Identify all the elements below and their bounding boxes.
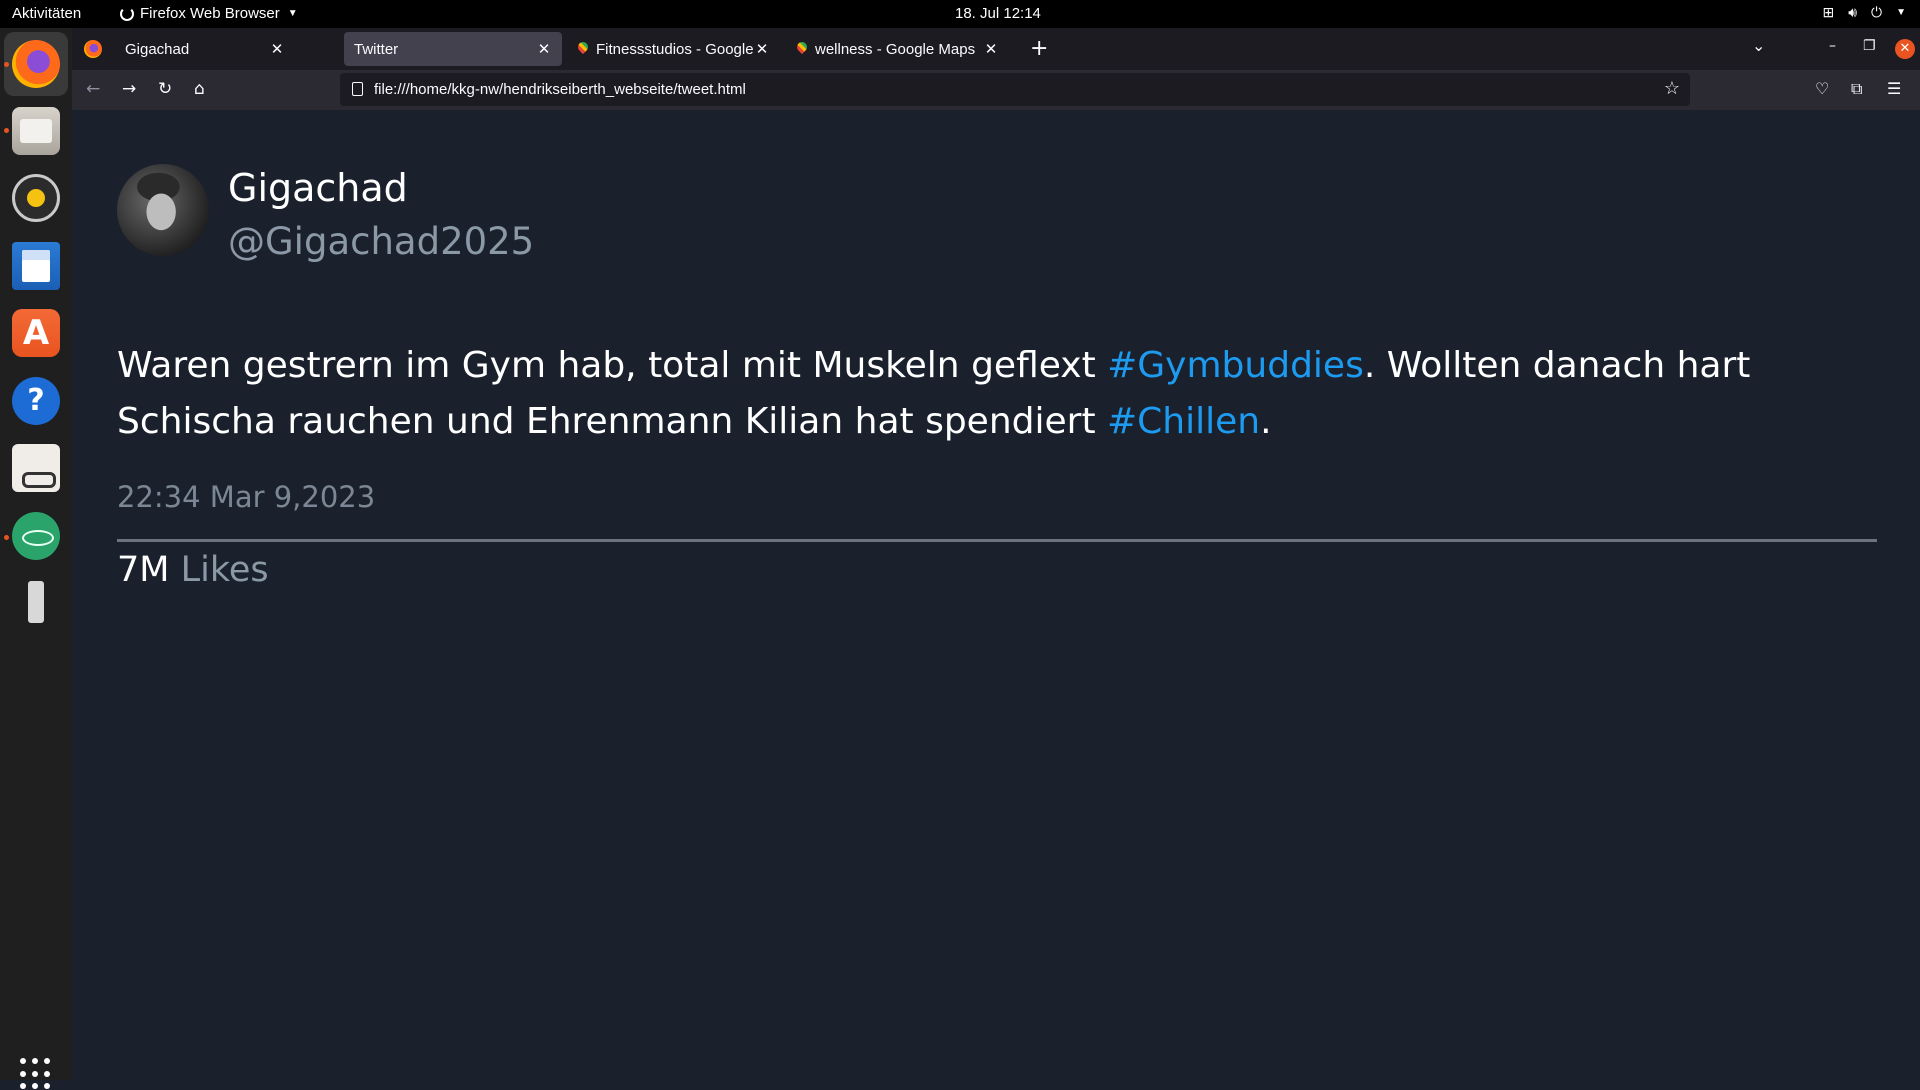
google-maps-icon [578, 42, 588, 56]
tab-strip: Gigachad ✕ Twitter ✕ Fitnessstudios - Go… [72, 28, 1920, 70]
running-indicator [4, 535, 9, 540]
tab-title: Twitter [354, 40, 399, 58]
tweet-page: Gigachad @Gigachad2025 Waren gestrern im… [72, 110, 1920, 1080]
url-bar[interactable]: file:///home/kkg-nw/hendrikseiberth_webs… [340, 73, 1690, 106]
ubuntu-software-icon[interactable]: A [12, 309, 60, 357]
tweet-text-part: . [1260, 401, 1272, 442]
usb-drive-icon[interactable] [12, 579, 60, 627]
close-icon[interactable]: ✕ [983, 40, 999, 58]
rhythmbox-icon[interactable] [12, 174, 60, 222]
volume-icon: 🔊︎ [1848, 4, 1858, 20]
tweet-text: Waren gestrern im Gym hab, total mit Mus… [117, 338, 1877, 450]
close-icon[interactable]: ✕ [269, 40, 285, 58]
restore-icon[interactable]: ❐ [1863, 38, 1876, 54]
likes-stat: 7M Likes [117, 550, 269, 590]
app-menu-label: Firefox Web Browser [140, 5, 280, 22]
minimize-icon[interactable]: – [1829, 38, 1836, 54]
tab-gigachad[interactable]: Gigachad ✕ [115, 32, 295, 66]
system-top-bar: Aktivitäten Firefox Web Browser ▼ 18. Ju… [0, 0, 1920, 28]
tweet-timestamp: 22:34 Mar 9,2023 [117, 480, 376, 514]
network-icon: ⊞ [1822, 4, 1835, 20]
list-all-tabs-icon[interactable]: ⌄ [1752, 36, 1765, 55]
activities-button[interactable]: Aktivitäten [12, 5, 81, 22]
hamburger-menu-icon[interactable]: ☰ [1887, 79, 1901, 98]
firefox-window: Gigachad ✕ Twitter ✕ Fitnessstudios - Go… [72, 28, 1920, 1080]
close-icon[interactable]: ✕ [754, 40, 770, 58]
pocket-icon[interactable]: ♡ [1815, 79, 1829, 98]
divider [117, 539, 1877, 542]
close-icon[interactable]: ✕ [536, 40, 552, 58]
back-icon[interactable]: ← [86, 79, 100, 99]
google-maps-icon [797, 42, 807, 56]
tab-title: wellness - Google Maps [815, 40, 976, 58]
page-icon [352, 82, 363, 96]
tab-fitnessstudios[interactable]: Fitnessstudios - Google M ✕ [568, 32, 780, 66]
atom-icon[interactable] [12, 512, 60, 560]
navigation-toolbar: ← → ↻ ⌂ file:///home/kkg-nw/hendrikseibe… [72, 70, 1920, 110]
caret-down-icon: ▼ [1896, 7, 1906, 18]
display-name: Gigachad [228, 166, 408, 210]
power-icon: ⏻ [1871, 4, 1883, 20]
user-handle: @Gigachad2025 [228, 220, 535, 263]
running-indicator [4, 62, 9, 67]
forward-icon[interactable]: → [122, 79, 136, 99]
likes-label: Likes [180, 550, 269, 590]
home-icon[interactable]: ⌂ [194, 79, 205, 99]
close-window-icon[interactable]: ✕ [1895, 39, 1915, 59]
likes-count: 7M [117, 550, 170, 590]
tab-twitter[interactable]: Twitter ✕ [344, 32, 562, 66]
libreoffice-writer-icon[interactable] [12, 242, 60, 290]
running-indicator [4, 128, 9, 133]
extensions-icon[interactable]: ⧉ [1851, 79, 1862, 99]
files-icon[interactable] [12, 107, 60, 155]
reload-icon[interactable]: ↻ [158, 79, 172, 99]
firefox-small-icon [120, 6, 134, 21]
url-text[interactable]: file:///home/kkg-nw/hendrikseiberth_webs… [374, 81, 746, 98]
document-viewer-icon[interactable] [12, 444, 60, 492]
hashtag-link[interactable]: #Chillen [1107, 401, 1260, 442]
caret-down-icon: ▼ [287, 8, 298, 19]
avatar[interactable] [117, 164, 209, 256]
hashtag-link[interactable]: #Gymbuddies [1107, 345, 1364, 386]
show-apps-icon[interactable] [20, 1058, 52, 1090]
tab-title: Fitnessstudios - Google M [596, 40, 754, 58]
clock[interactable]: 18. Jul 12:14 [955, 5, 1041, 22]
tab-title: Gigachad [125, 40, 190, 58]
firefox-view-icon[interactable] [84, 40, 102, 58]
firefox-icon[interactable] [12, 40, 60, 88]
system-tray[interactable]: ⊞ 🔊︎ ⏻ ▼ [1822, 4, 1906, 21]
tweet-text-part: Waren gestrern im Gym hab, total mit Mus… [117, 345, 1108, 386]
app-menu[interactable]: Firefox Web Browser ▼ [120, 5, 298, 22]
tab-wellness[interactable]: wellness - Google Maps ✕ [787, 32, 1009, 66]
dock: A ? [0, 28, 72, 1090]
help-icon[interactable]: ? [12, 377, 60, 425]
new-tab-button[interactable]: + [1030, 36, 1048, 61]
bookmark-star-icon[interactable]: ☆ [1664, 78, 1680, 99]
